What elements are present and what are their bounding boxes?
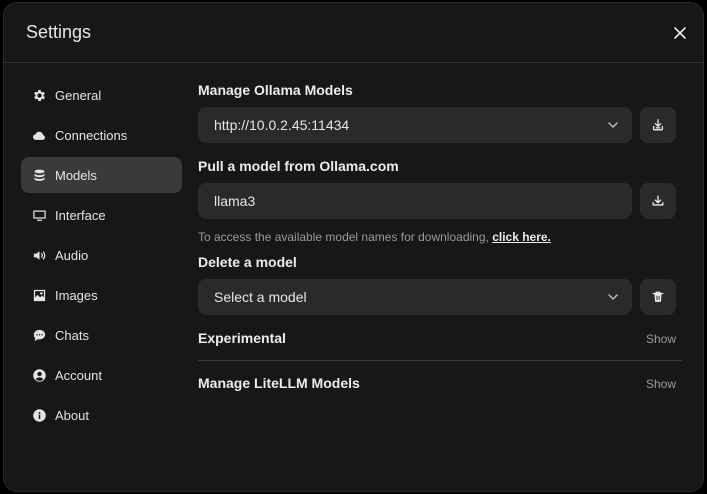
sidebar-item-label: General <box>55 87 102 103</box>
section-divider <box>198 360 682 361</box>
close-button[interactable] <box>670 23 690 43</box>
model-names-hint: To access the available model names for … <box>198 230 551 244</box>
close-icon <box>674 27 686 39</box>
monitor-icon <box>32 208 47 223</box>
hint-text: To access the available model names for … <box>198 230 489 244</box>
sidebar-item-label: Connections <box>55 127 128 143</box>
delete-model-select[interactable]: Select a model <box>198 279 632 315</box>
chevron-down-icon <box>608 122 618 128</box>
sidebar-item-label: Images <box>55 287 98 303</box>
litellm-show-toggle[interactable]: Show <box>646 377 676 391</box>
sidebar-item-models[interactable]: Models <box>21 157 182 193</box>
sidebar-item-label: Audio <box>55 247 89 263</box>
sidebar-item-interface[interactable]: Interface <box>21 197 182 233</box>
info-icon <box>32 408 47 423</box>
gear-icon <box>32 88 47 103</box>
sidebar-item-label: About <box>55 407 89 423</box>
settings-modal: Settings General Connections Models Inte… <box>3 2 704 492</box>
sidebar-item-label: Chats <box>55 327 89 343</box>
pull-model-value: llama3 <box>214 193 256 209</box>
settings-sidebar: General Connections Models Interface Aud… <box>21 77 182 437</box>
modal-title: Settings <box>26 22 92 42</box>
sidebar-item-account[interactable]: Account <box>21 357 182 393</box>
delete-model-title: Delete a model <box>198 254 297 270</box>
experimental-title: Experimental <box>198 330 286 346</box>
delete-model-button[interactable] <box>640 279 676 315</box>
manage-ollama-title: Manage Ollama Models <box>198 82 353 98</box>
ollama-url-value: http://10.0.2.45:11434 <box>214 117 350 133</box>
chevron-down-icon <box>608 294 618 300</box>
cloud-icon <box>32 128 47 143</box>
sidebar-item-connections[interactable]: Connections <box>21 117 182 153</box>
download-icon <box>652 195 664 206</box>
sidebar-item-label: Models <box>55 167 97 183</box>
speaker-icon <box>32 248 47 263</box>
pull-model-input[interactable]: llama3 <box>198 183 632 219</box>
pull-model-title: Pull a model from Ollama.com <box>198 158 399 174</box>
sidebar-item-images[interactable]: Images <box>21 277 182 313</box>
trash-icon <box>652 291 664 302</box>
chat-bubble-icon <box>32 328 47 343</box>
database-icon <box>32 168 47 183</box>
user-circle-icon <box>32 368 47 383</box>
experimental-show-toggle[interactable]: Show <box>646 332 676 346</box>
click-here-link[interactable]: click here. <box>492 230 551 244</box>
modal-header: Settings <box>4 3 703 63</box>
pull-model-button[interactable] <box>640 183 676 219</box>
sidebar-item-label: Interface <box>55 207 106 223</box>
delete-model-placeholder: Select a model <box>214 289 307 305</box>
sidebar-item-audio[interactable]: Audio <box>21 237 182 273</box>
sidebar-item-chats[interactable]: Chats <box>21 317 182 353</box>
download-tray-icon <box>652 119 664 131</box>
sidebar-item-general[interactable]: General <box>21 77 182 113</box>
update-models-button[interactable] <box>640 107 676 143</box>
image-icon <box>32 288 47 303</box>
sidebar-item-about[interactable]: About <box>21 397 182 433</box>
ollama-url-select[interactable]: http://10.0.2.45:11434 <box>198 107 632 143</box>
litellm-title: Manage LiteLLM Models <box>198 375 360 391</box>
sidebar-item-label: Account <box>55 367 102 383</box>
